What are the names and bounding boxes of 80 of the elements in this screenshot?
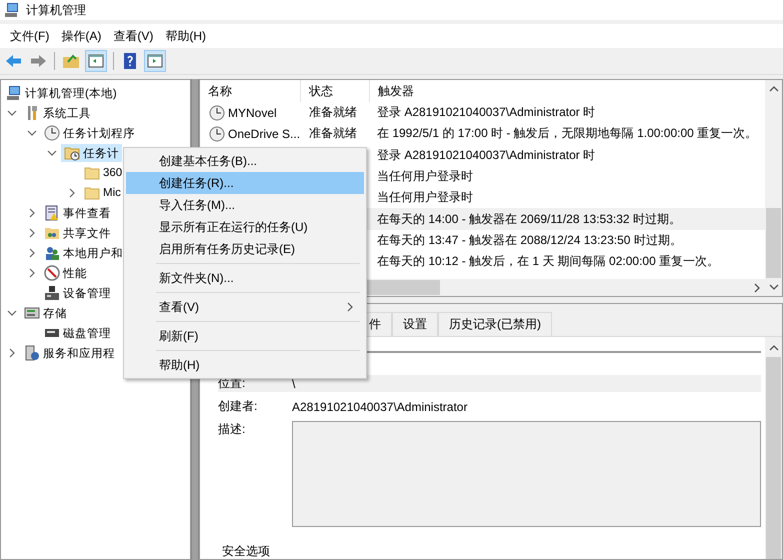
- folder-icon: [84, 165, 100, 181]
- menu-item[interactable]: 创建基本任务(B)...: [126, 150, 364, 172]
- menu-item[interactable]: 创建任务(R)...: [126, 172, 364, 194]
- vertical-scrollbar[interactable]: [765, 337, 782, 559]
- tree-item[interactable]: 存储: [21, 304, 70, 322]
- action-pane-icon[interactable]: [144, 50, 166, 72]
- tree-item[interactable]: 事件查看: [41, 204, 114, 222]
- menu-item[interactable]: 操作(A): [55, 26, 108, 46]
- menu-item[interactable]: 新文件夹(N)...: [126, 267, 364, 289]
- task-trigger: 在每天的 14:00 - 触发器在 2069/11/28 13:53:32 时过期。: [377, 210, 681, 228]
- security-options-label: 安全选项: [222, 544, 270, 558]
- location-value: \: [292, 376, 296, 390]
- folder-icon: [84, 185, 100, 201]
- menu-item[interactable]: 帮助(H): [126, 354, 364, 376]
- collapse-chevron-icon[interactable]: [7, 308, 17, 318]
- description-label: 描述:: [218, 421, 246, 438]
- menu-item[interactable]: 启用所有任务历史记录(E): [126, 238, 364, 260]
- menu-item[interactable]: 查看(V): [107, 26, 160, 46]
- tree-item[interactable]: 本地用户和: [41, 244, 126, 262]
- collapse-chevron-icon[interactable]: [27, 128, 37, 138]
- storage-icon: [24, 305, 40, 321]
- task-row[interactable]: OneDrive S... 准备就绪 在 1992/5/1 的 17:00 时 - 触发后，无限期地每隔 1.00:00:00 重复一次。: [200, 123, 765, 145]
- expand-chevron-icon[interactable]: [27, 268, 37, 278]
- expand-chevron-icon[interactable]: [27, 208, 37, 218]
- folder-clock-icon: [64, 145, 80, 161]
- tree-item[interactable]: 360: [81, 164, 126, 182]
- users-icon: [44, 245, 60, 261]
- tree-item[interactable]: 任务计划程序: [41, 124, 138, 142]
- tree-item[interactable]: 服务和应用程: [21, 344, 118, 362]
- tab[interactable]: 设置: [392, 312, 438, 336]
- tree-item[interactable]: 性能: [41, 264, 90, 282]
- author-label: 创建者:: [218, 398, 258, 415]
- device-icon: [44, 285, 60, 301]
- scroll-down-icon[interactable]: [768, 282, 778, 292]
- task-status: 准备就绪: [309, 125, 357, 142]
- vertical-scrollbar[interactable]: [765, 80, 782, 296]
- clock-icon: [44, 125, 60, 141]
- clock-icon: [209, 104, 225, 121]
- expand-chevron-icon[interactable]: [27, 248, 37, 258]
- tree-item[interactable]: 磁盘管理: [41, 324, 114, 342]
- scrollbar-thumb[interactable]: [766, 208, 781, 278]
- tree-item[interactable]: 系统工具: [21, 104, 94, 122]
- task-trigger: 在每天的 10:12 - 触发后，在 1 天 期间每隔 02:00:00 重复一次。: [377, 253, 720, 270]
- menu-item[interactable]: 文件(F): [4, 26, 56, 46]
- log-icon: [44, 205, 60, 221]
- task-row[interactable]: MYNovel 准备就绪 登录 A28191021040037\Administrator 时: [200, 102, 765, 124]
- shared-folder-icon: [44, 225, 60, 241]
- scroll-right-icon[interactable]: [752, 282, 762, 292]
- column-header[interactable]: 名称: [200, 80, 301, 102]
- computer-icon: [6, 85, 22, 101]
- scroll-up-icon[interactable]: [768, 84, 778, 94]
- console-tree-icon[interactable]: [85, 50, 107, 72]
- column-header[interactable]: 触发器: [370, 80, 765, 102]
- expand-chevron-icon[interactable]: [67, 188, 77, 198]
- tree-item[interactable]: 共享文件: [41, 224, 114, 242]
- menu-item[interactable]: 帮助(H): [159, 26, 212, 46]
- expand-chevron-icon[interactable]: [27, 228, 37, 238]
- author-value: A28191021040037\Administrator: [292, 400, 468, 414]
- column-header[interactable]: 状态: [301, 80, 370, 102]
- tree-item[interactable]: 设备管理: [41, 284, 114, 302]
- tree-item[interactable]: 计算机管理(本地): [3, 84, 120, 102]
- expand-chevron-icon[interactable]: [7, 348, 17, 358]
- collapse-chevron-icon[interactable]: [47, 148, 57, 158]
- computer-icon: [4, 2, 20, 18]
- window-title: 计算机管理: [26, 2, 86, 18]
- task-trigger: 在 1992/5/1 的 17:00 时 - 触发后，无限期地每隔 1.00:00:00 重复一次。: [377, 125, 758, 142]
- collapse-chevron-icon[interactable]: [7, 108, 17, 118]
- description-field[interactable]: [292, 421, 761, 527]
- scroll-up-icon[interactable]: [768, 343, 778, 353]
- clock-icon: [209, 126, 225, 142]
- tree-item[interactable]: Mic: [81, 184, 124, 202]
- tree-item[interactable]: 任务计: [61, 144, 122, 162]
- scrollbar-thumb[interactable]: [766, 357, 781, 559]
- task-trigger: 登录 A28191021040037\Administrator 时: [377, 104, 596, 122]
- gauge-icon: [44, 265, 60, 281]
- task-name: OneDrive S...: [228, 126, 300, 141]
- task-status: 准备就绪: [309, 104, 357, 122]
- task-name: MYNovel: [228, 106, 277, 120]
- services-icon: [24, 345, 40, 361]
- tab[interactable]: 历史记录(已禁用): [438, 312, 552, 336]
